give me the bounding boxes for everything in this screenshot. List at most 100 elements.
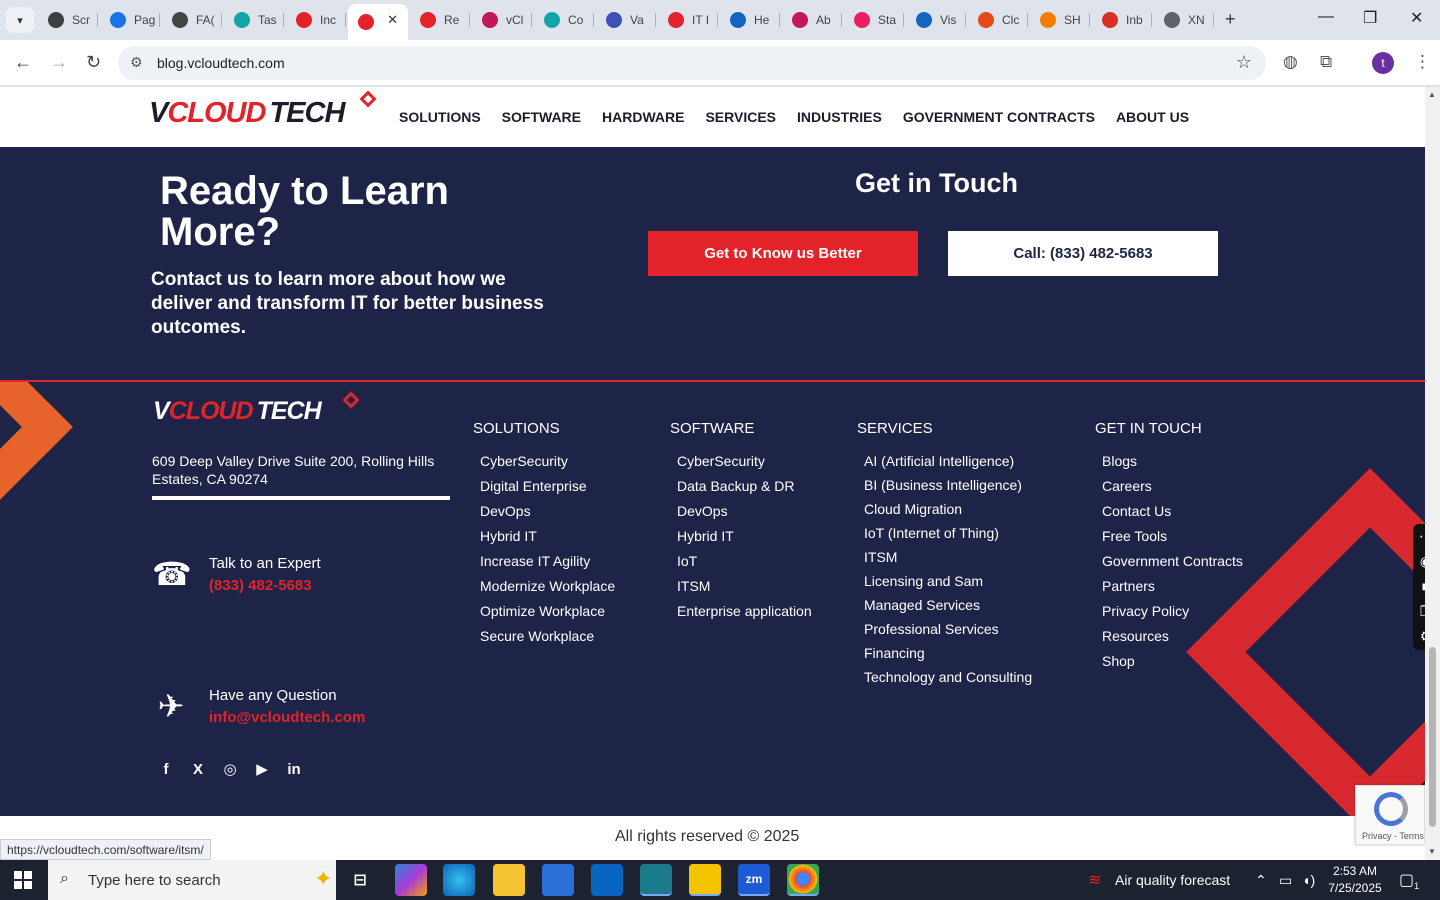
browser-tab[interactable]: vCl (472, 6, 532, 34)
browser-tab[interactable]: Ab (782, 6, 842, 34)
footer-link[interactable]: DevOps (480, 503, 615, 528)
footer-link[interactable]: Careers (1102, 478, 1243, 503)
nav-services[interactable]: SERVICES (705, 109, 776, 125)
recaptcha-links[interactable]: Privacy - Terms (1362, 831, 1424, 841)
store-icon[interactable] (542, 864, 574, 896)
facebook-icon[interactable]: f (157, 760, 175, 778)
footer-link[interactable]: Financing (864, 645, 1032, 669)
browser-tab[interactable]: Scr (38, 6, 98, 34)
file-explorer-icon[interactable] (493, 864, 525, 896)
page-scrollbar[interactable]: ▲ ▼ (1425, 87, 1440, 860)
recaptcha-badge[interactable]: Privacy - Terms (1355, 785, 1425, 845)
mail-icon[interactable] (591, 864, 623, 896)
address-url[interactable]: blog.vcloudtech.com (157, 55, 285, 71)
close-tab-icon[interactable]: ✕ (387, 12, 398, 28)
footer-link[interactable]: Cloud Migration (864, 501, 1032, 525)
tray-chevron-icon[interactable]: ⌃ (1255, 872, 1267, 889)
footer-link[interactable]: Managed Services (864, 597, 1032, 621)
instagram-icon[interactable]: ◎ (221, 760, 239, 778)
browser-tab[interactable]: Clc (968, 6, 1028, 34)
footer-link[interactable]: Digital Enterprise (480, 478, 615, 503)
footer-link[interactable]: Resources (1102, 628, 1243, 653)
footer-link[interactable]: Free Tools (1102, 528, 1243, 553)
footer-link[interactable]: CyberSecurity (480, 453, 615, 478)
reload-icon[interactable]: ↻ (86, 52, 101, 73)
browser-tab[interactable]: ✕ (348, 4, 408, 40)
weather-text[interactable]: Air quality forecast (1115, 872, 1230, 888)
notifications-icon[interactable]: ▢1 (1399, 870, 1419, 891)
browser-tab[interactable]: Inb (1092, 6, 1152, 34)
footer-link[interactable]: AI (Artificial Intelligence) (864, 453, 1032, 477)
browser-tab[interactable]: Tas (224, 6, 284, 34)
taskbar-clock[interactable]: 2:53 AM 7/25/2025 (1326, 863, 1384, 897)
footer-link[interactable]: ITSM (677, 578, 812, 603)
footer-link[interactable]: Blogs (1102, 453, 1243, 478)
nav-industries[interactable]: INDUSTRIES (797, 109, 882, 125)
browser-tab[interactable]: Vis (906, 6, 966, 34)
footer-link[interactable]: Data Backup & DR (677, 478, 812, 503)
copilot-icon[interactable] (395, 864, 427, 896)
x-twitter-icon[interactable]: X (189, 760, 207, 778)
browser-tab[interactable]: FA( (162, 6, 222, 34)
expert-phone-link[interactable]: (833) 482-5683 (209, 577, 312, 594)
browser-tab[interactable]: Va (596, 6, 656, 34)
youtube-icon[interactable]: ▶ (253, 760, 271, 778)
nav-government-contracts[interactable]: GOVERNMENT CONTRACTS (903, 109, 1095, 125)
zoom-icon[interactable]: zm (738, 864, 770, 896)
footer-link[interactable]: DevOps (677, 503, 812, 528)
footer-link[interactable]: CyberSecurity (677, 453, 812, 478)
footer-link[interactable]: IoT (677, 553, 812, 578)
chrome-icon[interactable] (787, 864, 819, 896)
footer-link[interactable]: Secure Workplace (480, 628, 615, 653)
call-button[interactable]: Call: (833) 482-5683 (948, 231, 1218, 276)
tab-search-button[interactable]: ▾ (6, 7, 34, 33)
taskbar-search[interactable]: ⌕ Type here to search ✦ (48, 860, 336, 900)
edge-icon[interactable] (443, 864, 475, 896)
scroll-thumb[interactable] (1429, 647, 1436, 827)
browser-tab[interactable]: Re (410, 6, 470, 34)
gear-icon[interactable]: ⚙ (1413, 624, 1425, 649)
browser-tab[interactable]: He (720, 6, 780, 34)
browser-tab[interactable]: Co (534, 6, 594, 34)
browser-tab[interactable]: IT I (658, 6, 718, 34)
minimize-icon[interactable]: — (1318, 8, 1334, 26)
footer-link[interactable]: Contact Us (1102, 503, 1243, 528)
task-view-icon[interactable]: ⊟ (344, 864, 376, 896)
windows-icon[interactable]: ❐ (1413, 599, 1425, 624)
restore-icon[interactable]: ❐ (1363, 8, 1377, 28)
back-icon[interactable]: ← (14, 52, 32, 73)
browser-tab[interactable]: Inc (286, 6, 346, 34)
footer-link[interactable]: Optimize Workplace (480, 603, 615, 628)
nav-about-us[interactable]: ABOUT US (1116, 109, 1189, 125)
network-icon[interactable]: ▭ (1279, 872, 1292, 889)
close-window-icon[interactable]: ✕ (1410, 8, 1423, 28)
nav-solutions[interactable]: SOLUTIONS (399, 109, 481, 125)
vcloud-tech-logo[interactable]: VCLOUD TECH (149, 90, 377, 130)
profile-avatar[interactable]: t (1372, 52, 1394, 74)
start-button[interactable] (14, 871, 32, 889)
volume-icon[interactable]: ◖) (1302, 872, 1315, 888)
footer-link[interactable]: Enterprise application (677, 603, 812, 628)
browser-tab[interactable]: Sta (844, 6, 904, 34)
translate-icon[interactable]: ◍ (1283, 52, 1298, 72)
footer-link[interactable]: BI (Business Intelligence) (864, 477, 1032, 501)
footer-link[interactable]: Government Contracts (1102, 553, 1243, 578)
footer-link[interactable]: Professional Services (864, 621, 1032, 645)
bookmark-star-icon[interactable]: ☆ (1236, 52, 1252, 73)
nav-software[interactable]: SOFTWARE (502, 109, 581, 125)
footer-link[interactable]: Modernize Workplace (480, 578, 615, 603)
camera-icon[interactable]: ◉ (1413, 549, 1425, 574)
menu-kebab-icon[interactable]: ⋮ (1414, 52, 1431, 72)
footer-link[interactable]: Hybrid IT (480, 528, 615, 553)
browser-tab[interactable]: Pag (100, 6, 160, 34)
footer-logo[interactable]: VCLOUD TECH (153, 391, 360, 426)
footer-link[interactable]: Increase IT Agility (480, 553, 615, 578)
copilot-sparkle-icon[interactable]: ✦ (314, 866, 332, 892)
video-icon[interactable]: ■ (1413, 574, 1425, 599)
linkedin-icon[interactable]: in (285, 760, 303, 778)
sticky-notes-icon[interactable] (689, 864, 721, 896)
footer-link[interactable]: Privacy Policy (1102, 603, 1243, 628)
footer-link[interactable]: Technology and Consulting (864, 669, 1032, 693)
footer-link[interactable]: Partners (1102, 578, 1243, 603)
get-to-know-us-button[interactable]: Get to Know us Better (648, 231, 918, 276)
